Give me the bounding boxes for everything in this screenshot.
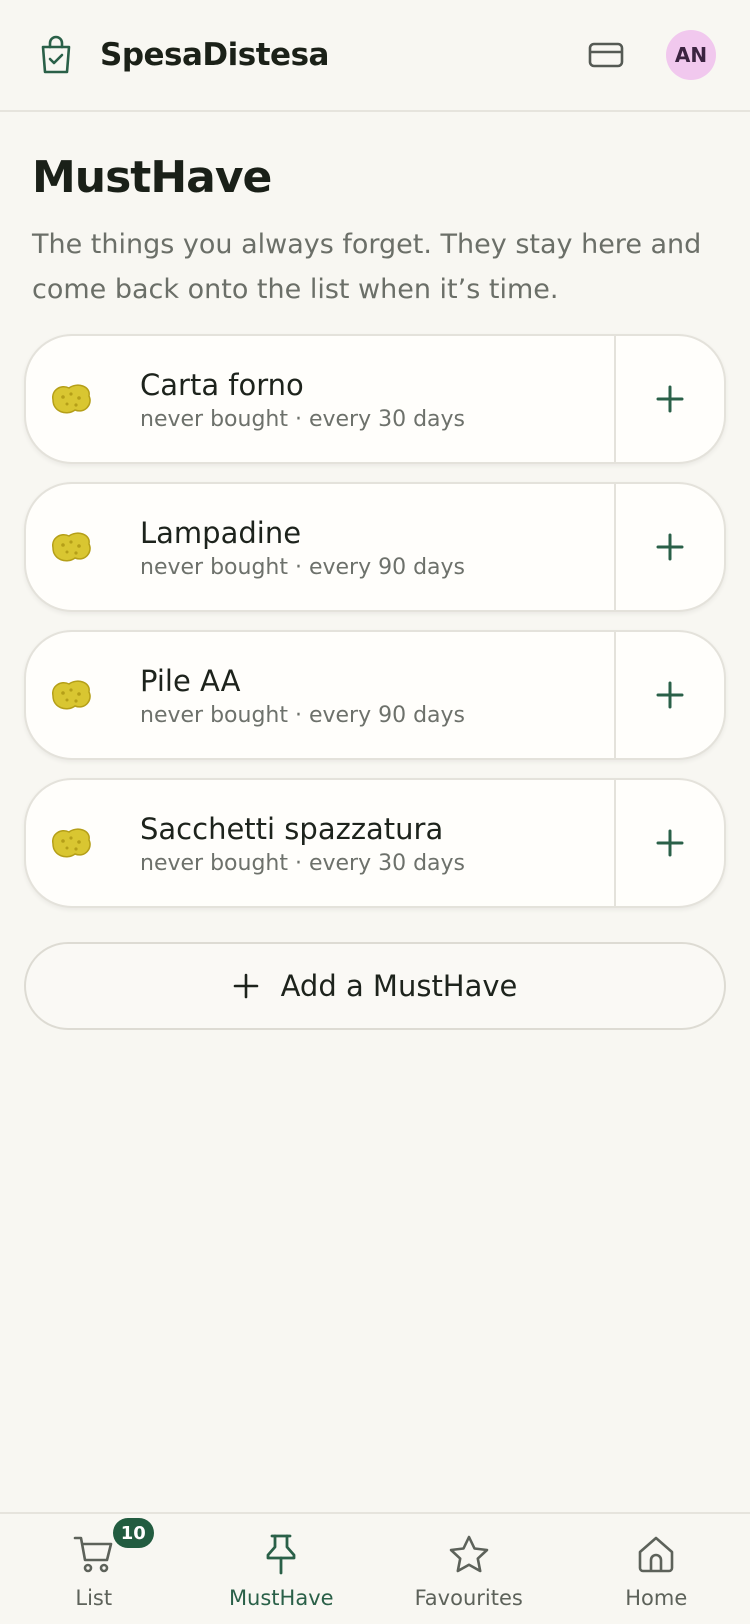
app-root: SpesaDistesa AN MustHave The things you … [0,0,750,1624]
nav-item-favourites[interactable]: Favourites [375,1514,563,1624]
star-icon [447,1532,491,1576]
item-body[interactable]: Carta forno never bought · every 30 days [26,336,614,462]
add-to-list-button[interactable] [614,336,724,462]
nav-label-musthave: MustHave [228,1586,334,1610]
plus-icon [656,385,684,413]
item-name: Lampadine [140,515,302,550]
bottom-nav: 10 List MustHave Favourites Home [0,1512,750,1624]
sponge-emoji [48,672,94,718]
home-icon [634,1532,678,1576]
item-meta: never bought · every 30 days [140,406,466,432]
sponge-emoji [48,820,94,866]
nav-item-list[interactable]: 10 List [0,1514,188,1624]
credit-card-icon[interactable] [582,31,630,79]
app-brand: SpesaDistesa [100,37,329,73]
nav-label-favourites: Favourites [414,1586,523,1610]
add-musthave-button[interactable]: Add a MustHave [24,942,726,1030]
plus-icon [656,681,684,709]
musthave-list: Carta forno never bought · every 30 days [24,334,726,926]
list-item[interactable]: Sacchetti spazzatura never bought · ever… [24,778,726,908]
page-title: MustHave [32,152,272,203]
nav-item-musthave[interactable]: MustHave [188,1514,376,1624]
top-bar: SpesaDistesa AN [0,0,750,112]
nav-label-home: Home [625,1586,688,1610]
item-body[interactable]: Lampadine never bought · every 90 days [26,484,614,610]
list-item[interactable]: Pile AA never bought · every 90 days [24,630,726,760]
nav-label-list: List [75,1586,113,1610]
add-musthave-label: Add a MustHave [280,969,518,1003]
item-name: Pile AA [140,663,241,698]
avatar[interactable]: AN [666,30,716,80]
page-description: The things you always forget. They stay … [32,229,702,305]
sponge-emoji [48,524,94,570]
item-meta: never bought · every 30 days [140,850,466,876]
plus-icon [656,829,684,857]
pin-icon [259,1532,303,1576]
plus-icon [233,973,259,999]
nav-item-home[interactable]: Home [563,1514,750,1624]
sponge-emoji [48,376,94,422]
item-body[interactable]: Pile AA never bought · every 90 days [26,632,614,758]
item-meta: never bought · every 90 days [140,702,466,728]
plus-icon [656,533,684,561]
item-name: Sacchetti spazzatura [140,811,444,846]
add-to-list-button[interactable] [614,632,724,758]
add-to-list-button[interactable] [614,484,724,610]
shopping-bag-check-icon[interactable] [36,33,76,77]
cart-count-badge: 10 [112,1518,154,1548]
list-item[interactable]: Carta forno never bought · every 30 days [24,334,726,464]
add-to-list-button[interactable] [614,780,724,906]
item-body[interactable]: Sacchetti spazzatura never bought · ever… [26,780,614,906]
item-name: Carta forno [140,367,304,402]
list-item[interactable]: Lampadine never bought · every 90 days [24,482,726,612]
item-meta: never bought · every 90 days [140,554,466,580]
cart-icon: 10 [72,1518,154,1576]
